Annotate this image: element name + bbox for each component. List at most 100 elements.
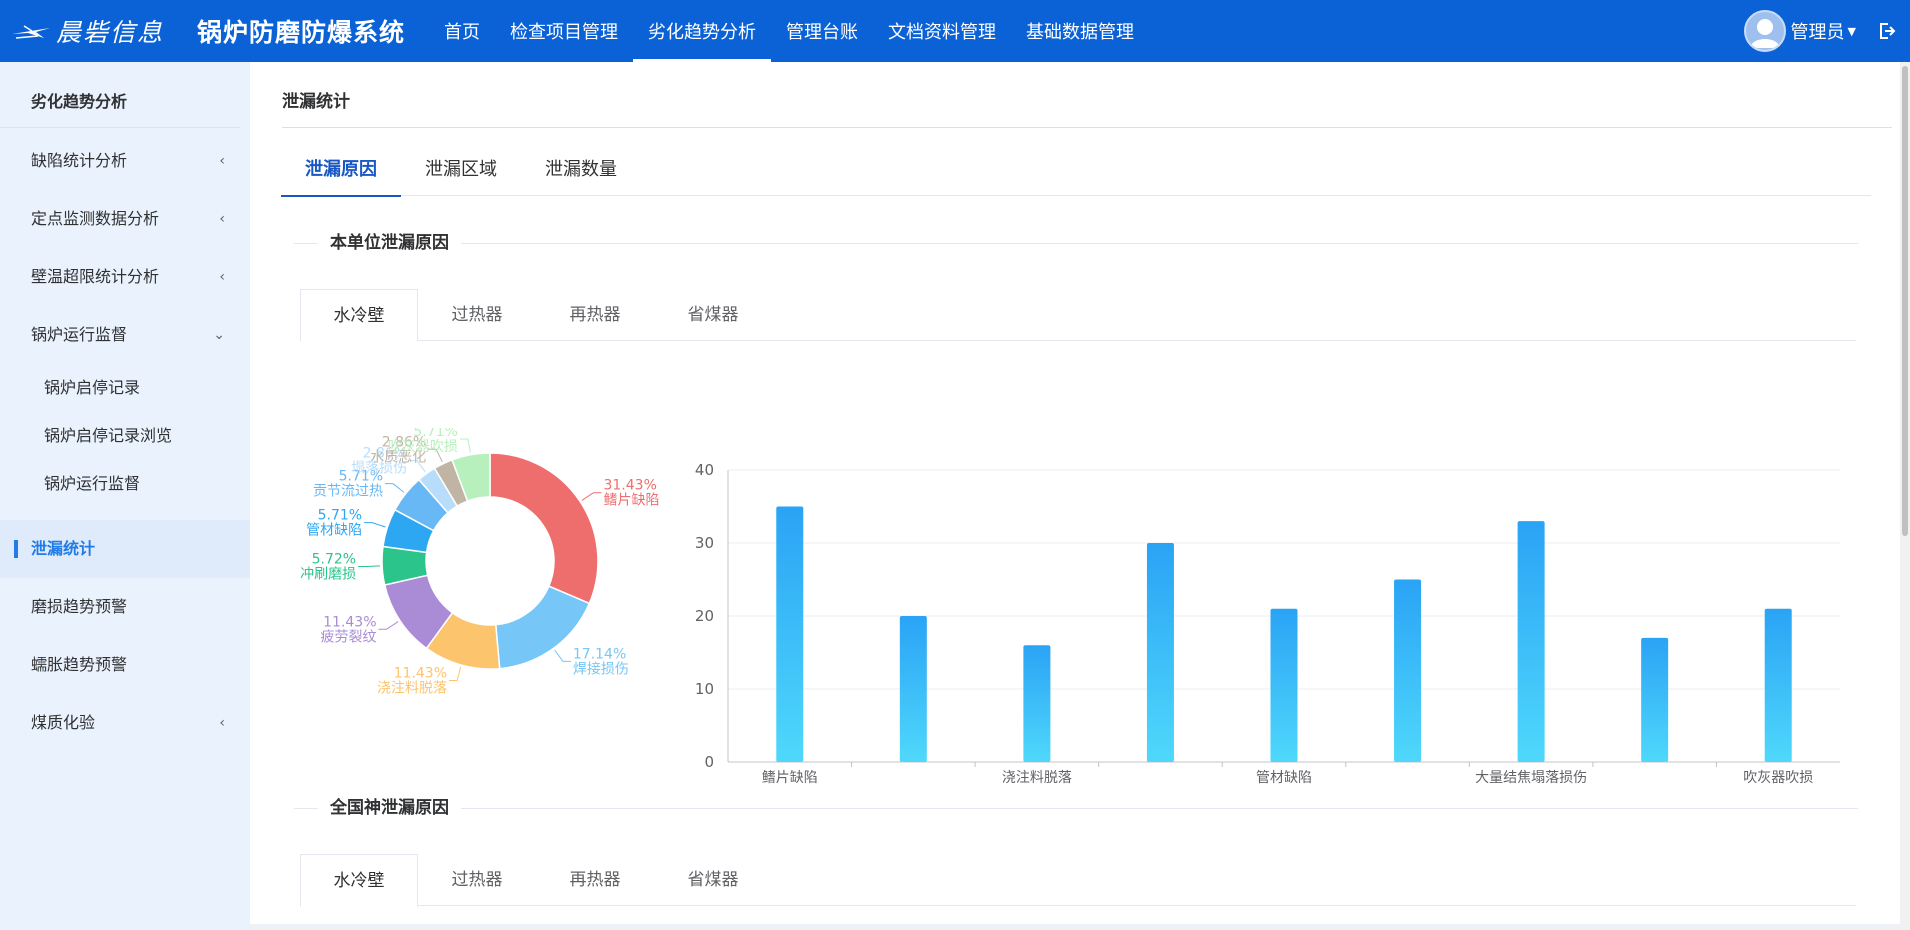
sidebar-item-wear-warning[interactable]: 磨损趋势预警 (0, 578, 250, 636)
sidebar-item-label: 煤质化验 (31, 713, 96, 732)
pie-percent-label: 11.43% (394, 666, 447, 682)
sidebar-item-label: 壁温超限统计分析 (31, 267, 160, 286)
system-title: 锅炉防磨防爆系统 (197, 18, 406, 47)
pie-percent-label: 11.43% (323, 614, 376, 630)
y-tick-label: 0 (704, 753, 714, 771)
sidebar-subitem-run-supervision[interactable]: 锅炉运行监督 (0, 460, 250, 508)
nav-documents[interactable]: 文档资料管理 (873, 0, 1011, 62)
sidebar-item-boiler-supervision[interactable]: 锅炉运行监督 ⌄ (0, 306, 250, 364)
pie-name-label: 疲劳裂纹 (321, 628, 377, 645)
bar[interactable] (1023, 645, 1051, 762)
y-tick-label: 20 (695, 607, 714, 625)
sidebar-item-wall-temp[interactable]: 壁温超限统计分析 ‹ (0, 248, 250, 306)
sidebar-item-coal-test[interactable]: 煤质化验 ‹ (0, 694, 250, 752)
tab-reheater[interactable]: 再热器 (536, 854, 654, 906)
nav-ledger[interactable]: 管理台账 (771, 0, 873, 62)
sidebar-item-monitoring[interactable]: 定点监测数据分析 ‹ (0, 190, 250, 248)
sidebar-item-label: 磨损趋势预警 (31, 597, 128, 616)
pie-slice[interactable] (489, 452, 599, 605)
tab-leak-cause[interactable]: 泄漏原因 (281, 144, 401, 197)
pie-percent-label: 5.72% (312, 552, 356, 568)
nav-inspection[interactable]: 检查项目管理 (495, 0, 633, 62)
leak-cause-donut-chart: 31.43% 鳍片缺陷 17.14% 焊接损伤 11.43% 浇注料脱落 11.43% 疲劳裂… (300, 424, 680, 758)
pie-name-label: 冲刷磨损 (300, 567, 356, 583)
pie-label-line (459, 438, 471, 453)
leak-cause-bar-chart: 0 10 20 30 40 鳍片缺陷 浇注料脱落 管材缺陷 大量结焦塌落损伤 吹灰器吹损 (680, 452, 1860, 802)
logo-text: 晨砦信息 (56, 18, 165, 47)
tab-water-wall[interactable]: 水冷壁 (300, 289, 418, 342)
pie-label-line (358, 565, 381, 568)
user-name[interactable]: 管理员 (1791, 18, 1845, 44)
y-tick-label: 10 (695, 680, 714, 698)
tab-superheater[interactable]: 过热器 (418, 289, 536, 341)
bar[interactable] (1146, 543, 1174, 762)
scrollbar-thumb[interactable] (1902, 66, 1908, 536)
user-area: 管理员 ▼ (1743, 0, 1896, 62)
x-tick-label: 管材缺陷 (1256, 770, 1312, 786)
section-title: 全国神泄漏原因 (318, 796, 461, 820)
pie-label-line (581, 492, 602, 501)
page-scrollbar[interactable] (1900, 62, 1910, 930)
pie-label-line (554, 649, 571, 662)
sidebar-title: 劣化趋势分析 (0, 62, 240, 128)
pie-percent-label: 31.43% (603, 478, 656, 494)
sidebar-subitem-start-stop[interactable]: 锅炉启停记录 (0, 364, 250, 412)
y-tick-label: 30 (695, 534, 714, 552)
tab-reheater[interactable]: 再热器 (536, 289, 654, 341)
pie-name-label: 浇注料脱落 (377, 681, 447, 697)
bar[interactable] (1270, 608, 1298, 762)
bar[interactable] (1394, 579, 1422, 763)
nav-base-data[interactable]: 基础数据管理 (1011, 0, 1149, 62)
page-title: 泄漏统计 (282, 62, 1892, 128)
tab-leak-area[interactable]: 泄漏区域 (401, 144, 521, 196)
pie-name-label: 鳍片缺陷 (603, 493, 659, 509)
avatar[interactable] (1743, 10, 1786, 52)
pie-label-line (385, 483, 405, 493)
logo-plane-icon (10, 18, 52, 44)
sidebar-item-defect-stats[interactable]: 缺陷统计分析 ‹ (0, 132, 250, 190)
sidebar-item-label: 蠕胀趋势预警 (31, 655, 128, 674)
bar[interactable] (776, 506, 804, 763)
chevron-left-icon: ‹ (219, 153, 225, 169)
bar-svg: 0 10 20 30 40 鳍片缺陷 浇注料脱落 管材缺陷 大量结焦塌落损伤 吹灰器吹损 (695, 461, 1840, 786)
nav-home[interactable]: 首页 (429, 0, 495, 62)
pie-name-label: 吹灰器吹损 (388, 439, 458, 455)
logo: 晨砦信息 (10, 13, 180, 49)
tab-economizer[interactable]: 省煤器 (654, 854, 772, 906)
sidebar-item-creep-warning[interactable]: 蠕胀趋势预警 (0, 636, 250, 694)
pie-label-line (378, 621, 399, 630)
top-navbar: 晨砦信息 锅炉防磨防爆系统 首页 检查项目管理 劣化趋势分析 管理台账 文档资料… (0, 0, 1910, 62)
x-tick-label: 浇注料脱落 (1002, 770, 1072, 786)
main-nav: 首页 检查项目管理 劣化趋势分析 管理台账 文档资料管理 基础数据管理 (429, 0, 1149, 62)
sidebar-item-label: 锅炉运行监督 (31, 325, 128, 344)
bar[interactable] (1517, 521, 1545, 762)
sidebar-item-label: 缺陷统计分析 (31, 151, 128, 170)
logout-icon[interactable] (1878, 22, 1896, 40)
pie-name-label: 管材缺陷 (306, 523, 362, 539)
sidebar: 劣化趋势分析 缺陷统计分析 ‹ 定点监测数据分析 ‹ 壁温超限统计分析 ‹ 锅炉… (0, 62, 250, 930)
pie-name-label: 贡节流过热 (313, 484, 383, 500)
sidebar-item-label: 泄漏统计 (31, 539, 96, 558)
chevron-down-icon: ⌄ (213, 327, 225, 343)
tab-leak-count[interactable]: 泄漏数量 (521, 144, 641, 196)
chevron-down-icon[interactable]: ▼ (1848, 25, 1856, 38)
pie-percent-label: 5.71% (318, 508, 362, 524)
pie-name-label: 焊接损伤 (573, 660, 629, 677)
chevron-left-icon: ‹ (219, 269, 225, 285)
tab-water-wall[interactable]: 水冷壁 (300, 854, 418, 907)
bar[interactable] (1764, 608, 1792, 762)
divider (294, 243, 1858, 244)
sidebar-item-label: 定点监测数据分析 (31, 209, 160, 228)
main-content: 泄漏统计 泄漏原因 泄漏区域 泄漏数量 本单位泄漏原因 水冷壁 过热器 再热器 … (250, 62, 1900, 924)
tab-economizer[interactable]: 省煤器 (654, 289, 772, 341)
component-tabs: 水冷壁 过热器 再热器 省煤器 (300, 289, 1856, 342)
sidebar-subitem-start-stop-browse[interactable]: 锅炉启停记录浏览 (0, 412, 250, 460)
component-tabs-national: 水冷壁 过热器 再热器 省煤器 (300, 854, 1856, 907)
bar[interactable] (1641, 637, 1669, 762)
bar[interactable] (899, 616, 927, 762)
sidebar-item-leak-stats[interactable]: 泄漏统计 (0, 520, 250, 578)
x-tick-label: 鳍片缺陷 (762, 770, 818, 786)
tab-superheater[interactable]: 过热器 (418, 854, 536, 906)
x-tick-label: 吹灰器吹损 (1743, 770, 1813, 786)
nav-trend-analysis[interactable]: 劣化趋势分析 (633, 0, 772, 62)
